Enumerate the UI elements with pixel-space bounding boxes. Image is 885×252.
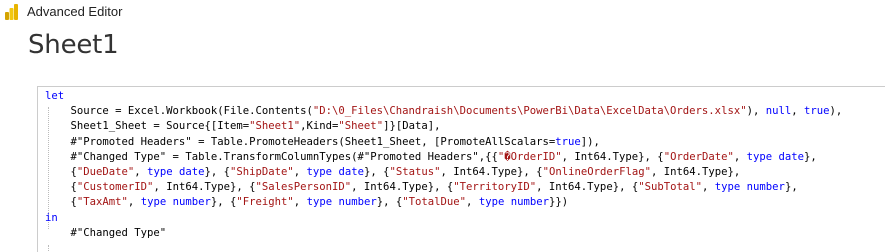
code-token: {	[45, 196, 77, 209]
code-token: , Int64.Type}, {	[561, 150, 664, 163]
string-token: "SalesPersonID"	[255, 181, 352, 194]
string-token: "�OrderID"	[497, 150, 562, 163]
code-token: ),	[746, 105, 766, 118]
code-line: #"Promoted Headers" = Table.PromoteHeade…	[45, 135, 842, 150]
string-token: "Freight"	[236, 196, 294, 209]
code-editor[interactable]: let Source = Excel.Workbook(File.Content…	[37, 86, 885, 252]
code-token: ]}[Data],	[383, 120, 441, 133]
keyword-token: type	[147, 165, 173, 178]
code-token: }, {	[210, 196, 237, 209]
keyword-token: true	[555, 135, 581, 148]
keyword-token: number	[338, 196, 377, 209]
code-token: ,	[293, 165, 307, 178]
code-token: },	[784, 181, 798, 194]
code-token: , Int64.Type}, {	[351, 181, 454, 194]
keyword-token: number	[172, 196, 211, 209]
string-token: "Sheet"	[338, 120, 384, 133]
code-token: #"Changed Type" = Table.TransformColumnT…	[45, 150, 498, 163]
keyword-token: null	[765, 105, 792, 118]
string-token: "TaxAmt"	[76, 196, 128, 209]
string-token: "DueDate"	[76, 165, 135, 178]
keyword-token: date	[338, 165, 364, 178]
keyword-token: true	[804, 105, 830, 118]
keyword-token: type	[746, 150, 773, 163]
code-token: ,Kind=	[300, 120, 339, 133]
code-token: Source = Excel.Workbook(File.Contents(	[45, 105, 313, 118]
code-line: Sheet1_Sheet = Source{[Item="Sheet1",Kin…	[45, 119, 842, 134]
code-token: ,	[134, 165, 148, 178]
keyword-token: in	[45, 211, 58, 224]
keyword-token: type	[478, 196, 505, 209]
code-token: #"Changed Type"	[45, 226, 167, 239]
code-token: ,	[293, 196, 307, 209]
keyword-token: let	[45, 90, 65, 102]
code-token: ),	[829, 105, 843, 118]
code-token: {	[45, 165, 77, 178]
code-token: ,	[733, 150, 747, 163]
code-token: ,	[127, 196, 141, 209]
code-token: {	[45, 181, 77, 194]
code-token: , Int64.Type},	[651, 165, 741, 178]
string-token: "Status"	[389, 165, 441, 178]
code-token: ,	[791, 105, 804, 118]
code-token: }, {	[363, 165, 390, 178]
string-token: "TerritoryID"	[453, 181, 537, 194]
keyword-token: type	[714, 181, 741, 194]
code-token: Sheet1_Sheet = Source{[Item=	[45, 120, 250, 133]
indent-guide	[48, 245, 49, 252]
code-token: ,	[702, 181, 715, 194]
string-token: "Sheet1"	[249, 120, 301, 133]
keyword-token: date	[178, 165, 205, 178]
query-name-heading: Sheet1	[28, 30, 119, 60]
string-token: "D:\0_Files\Chandraish\Documents\PowerBi…	[312, 105, 747, 118]
code-line: {"CustomerID", Int64.Type}, {"SalesPerso…	[45, 180, 842, 195]
code-token: ]),	[580, 135, 600, 148]
code-line: {"TaxAmt", type number}, {"Freight", typ…	[45, 195, 842, 210]
powerbi-logo-icon	[5, 4, 18, 20]
code-line: {"DueDate", type date}, {"ShipDate", typ…	[45, 165, 842, 180]
code-text[interactable]: let Source = Excel.Workbook(File.Content…	[45, 89, 842, 241]
code-token: },	[804, 150, 817, 163]
code-token: , Int64.Type}, {	[440, 165, 543, 178]
keyword-token: number	[510, 196, 549, 209]
code-token: }})	[549, 196, 569, 209]
code-line: Source = Excel.Workbook(File.Contents("D…	[45, 104, 843, 119]
code-token: }, {	[204, 165, 230, 178]
code-line: #"Changed Type" = Table.TransformColumnT…	[45, 150, 842, 165]
string-token: "TotalDue"	[402, 196, 467, 209]
code-line: #"Changed Type"	[45, 226, 842, 241]
code-token: }, {	[376, 196, 403, 209]
code-token: , Int64.Type}, {	[536, 181, 639, 194]
keyword-token: date	[778, 150, 805, 163]
keyword-token: type	[306, 196, 333, 209]
keyword-token: number	[746, 181, 785, 194]
string-token: "OnlineOrderFlag"	[542, 165, 652, 178]
code-token: , Int64.Type}, {	[153, 181, 256, 194]
code-token: #"Promoted Headers" = Table.PromoteHeade…	[45, 135, 556, 148]
string-token: "CustomerID"	[76, 181, 154, 194]
code-token: ,	[466, 196, 479, 209]
string-token: "ShipDate"	[230, 165, 294, 178]
keyword-token: type	[140, 196, 167, 209]
keyword-token: type	[306, 165, 333, 178]
string-token: "OrderDate"	[663, 150, 734, 163]
code-line: in	[45, 211, 842, 226]
code-line: let	[45, 89, 842, 104]
window-title: Advanced Editor	[27, 4, 123, 19]
string-token: "SubTotal"	[638, 181, 702, 194]
title-bar: Advanced Editor	[0, 0, 885, 24]
